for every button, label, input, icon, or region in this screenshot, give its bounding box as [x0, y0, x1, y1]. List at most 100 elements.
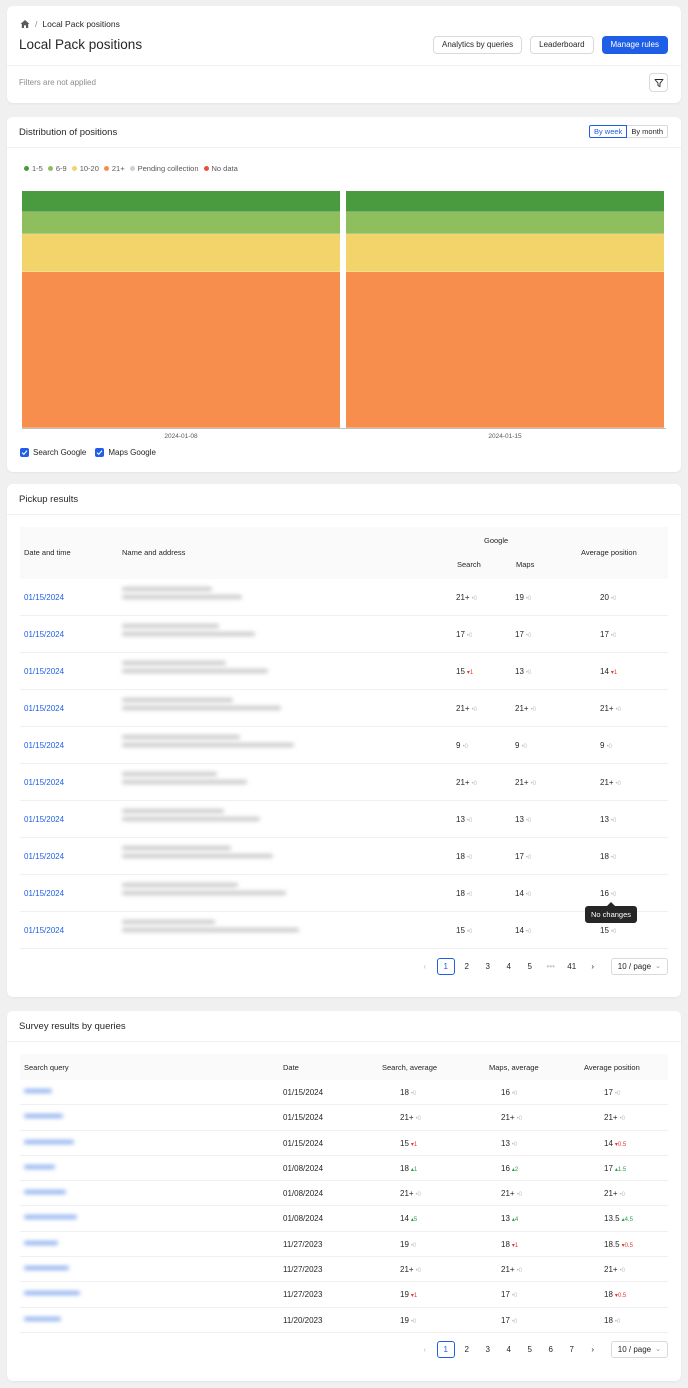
search-value: 21+ — [456, 593, 470, 602]
search-position: 15 •0 — [456, 926, 472, 935]
date-link[interactable]: 01/15/2024 — [24, 667, 64, 676]
search-query-link-redacted[interactable] — [24, 1190, 66, 1198]
search-delta: •0 — [466, 929, 473, 935]
page-1[interactable]: 1 — [436, 958, 455, 975]
page-7[interactable]: 7 — [563, 1341, 581, 1358]
maps-google-checkbox[interactable]: Maps Google — [95, 448, 156, 457]
date-link[interactable]: 01/15/2024 — [24, 593, 64, 602]
prev-page-chevron-left-icon[interactable]: ‹ — [416, 958, 434, 975]
avg-delta: •0 — [619, 1268, 626, 1275]
avg-delta: •0 — [610, 596, 617, 602]
by-week-button[interactable]: By week — [588, 125, 628, 138]
redacted-line — [24, 1316, 61, 1321]
maps-value: 13 — [515, 667, 524, 676]
checkbox-checked-icon — [20, 448, 29, 457]
chart-bar[interactable] — [22, 191, 340, 428]
page-size-select[interactable]: 10 / page ⌄ — [610, 958, 668, 975]
maps-value: 17 — [515, 630, 524, 639]
redacted-line — [24, 1215, 77, 1220]
search-query-link-redacted[interactable] — [24, 1316, 61, 1325]
page-3[interactable]: 3 — [479, 1341, 497, 1358]
page-size-select[interactable]: 10 / page ⌄ — [610, 1341, 668, 1358]
legend-item[interactable]: 6-9 — [47, 164, 67, 173]
page-size-value: 10 / page — [617, 1345, 652, 1354]
page-3[interactable]: 3 — [479, 958, 497, 975]
manage-rules-button[interactable]: Manage rules — [601, 36, 668, 54]
page-41[interactable]: 41 — [563, 958, 581, 975]
avg-value: 21+ — [600, 704, 614, 713]
legend-dot-icon — [71, 166, 77, 171]
x-axis-line — [22, 428, 666, 429]
date-cell: 01/15/2024 — [283, 1113, 324, 1123]
search-query-link-redacted[interactable] — [24, 1215, 77, 1223]
search-value: 14 — [400, 1214, 409, 1224]
date-link[interactable]: 01/15/2024 — [24, 852, 64, 861]
page-5[interactable]: 5 — [521, 1341, 539, 1358]
search-google-checkbox[interactable]: Search Google — [20, 448, 86, 457]
maps-value: 16 — [501, 1088, 510, 1097]
search-position: 21+ •0 — [456, 778, 477, 787]
date-link[interactable]: 01/15/2024 — [24, 926, 64, 935]
bar-segment-10-20 — [22, 233, 340, 272]
search-position: 18 •0 — [456, 852, 472, 861]
home-icon[interactable] — [20, 19, 30, 29]
maps-position: 17 •0 — [515, 852, 531, 861]
avg-position: 17 •0 — [600, 630, 616, 639]
analytics-by-queries-button[interactable]: Analytics by queries — [432, 36, 523, 54]
pagination-ellipsis[interactable]: ••• — [542, 958, 560, 975]
redacted-line — [122, 928, 299, 932]
date-link[interactable]: 01/15/2024 — [24, 630, 64, 639]
header-actions: Analytics by queries Leaderboard Manage … — [432, 36, 668, 54]
avg-average: 13.5 ▴4.5 — [604, 1214, 633, 1223]
legend-item[interactable]: 10-20 — [71, 164, 99, 173]
page-1[interactable]: 1 — [436, 1341, 455, 1358]
search-query-link-redacted[interactable] — [24, 1089, 52, 1097]
next-page-chevron-right-icon[interactable]: › — [584, 958, 602, 975]
avg-position: 14 ▾1 — [600, 667, 617, 676]
page-5[interactable]: 5 — [521, 958, 539, 975]
next-page-chevron-right-icon[interactable]: › — [584, 1341, 602, 1358]
date-link[interactable]: 01/15/2024 — [24, 889, 64, 898]
distribution-title: Distribution of positions — [19, 127, 118, 138]
page-2[interactable]: 2 — [458, 958, 476, 975]
date-link[interactable]: 01/15/2024 — [24, 778, 64, 787]
page-2[interactable]: 2 — [458, 1341, 476, 1358]
date-link[interactable]: 01/15/2024 — [24, 704, 64, 713]
chevron-down-icon: ⌄ — [655, 963, 661, 970]
search-average: 14 ▴5 — [400, 1214, 417, 1223]
page-4[interactable]: 4 — [500, 958, 518, 975]
chart-legend: 1-5 6-9 10-20 21+ Pending collection No data — [24, 164, 238, 173]
page-6[interactable]: 6 — [542, 1341, 560, 1358]
avg-value: 17 — [604, 1163, 613, 1173]
survey-table: Search query Date Search, average Maps, … — [20, 1054, 668, 1333]
legend-item[interactable]: 21+ — [103, 164, 125, 173]
search-query-link-redacted[interactable] — [24, 1139, 74, 1148]
maps-average: 17 •0 — [501, 1290, 517, 1299]
maps-delta: •0 — [521, 744, 527, 750]
page-4[interactable]: 4 — [500, 1341, 518, 1358]
legend-item[interactable]: Pending collection — [129, 164, 199, 173]
maps-position: 21+ •0 — [515, 704, 536, 713]
filters-status: Filters are not applied — [19, 78, 96, 87]
leaderboard-button[interactable]: Leaderboard — [530, 36, 594, 54]
legend-item[interactable]: 1-5 — [24, 164, 43, 173]
by-month-button[interactable]: By month — [627, 125, 668, 138]
filter-button[interactable] — [649, 73, 668, 92]
date-link[interactable]: 01/15/2024 — [24, 815, 64, 824]
prev-page-chevron-left-icon[interactable]: ‹ — [416, 1341, 434, 1358]
legend-label: 6-9 — [55, 164, 67, 173]
chart-bar[interactable] — [346, 191, 664, 428]
avg-value: 17 — [604, 1088, 613, 1097]
name-and-address-redacted — [122, 698, 312, 714]
search-query-link-redacted[interactable] — [24, 1114, 63, 1122]
legend-item[interactable]: No data — [203, 164, 238, 173]
search-query-link-redacted[interactable] — [24, 1291, 80, 1299]
name-and-address-redacted — [122, 920, 312, 936]
date-link[interactable]: 01/15/2024 — [24, 741, 64, 750]
search-query-link-redacted[interactable] — [24, 1266, 69, 1274]
search-value: 21+ — [456, 778, 470, 787]
avg-delta: ▾0.5 — [621, 1242, 633, 1249]
redacted-line — [122, 854, 273, 858]
search-query-link-redacted[interactable] — [24, 1164, 55, 1173]
search-query-link-redacted[interactable] — [24, 1240, 58, 1249]
